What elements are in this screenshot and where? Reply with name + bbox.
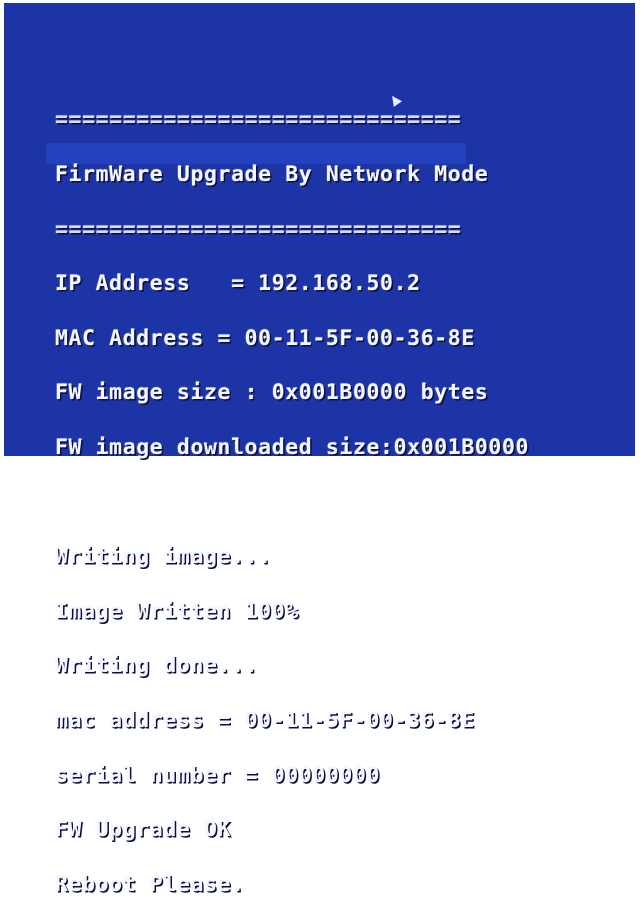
ip-address-line: IP Address = 192.168.50.2 [55,271,421,297]
console-title: FirmWare Upgrade By Network Mode [55,162,489,187]
writing-image-line: Writing image... [55,544,272,570]
fw-upgrade-ok-line: FW Upgrade OK [55,817,232,843]
mac-address-lower-line: mac address = 00-11-5F-00-36-8E [55,707,475,733]
reboot-line: Reboot Please. [55,871,245,897]
image-written-line: Image Written 100% [55,598,299,624]
separator-bottom: ============================== [55,216,462,242]
mac-address-line: MAC Address = 00-11-5F-00-36-8E [55,325,475,351]
fw-downloaded-size-line: FW image downloaded size:0x001B0000 [55,434,530,460]
writing-done-line: Writing done... [55,653,259,679]
separator-top: ============================== [55,107,462,133]
firmware-console-output: ============================== FirmWare … [55,75,529,912]
fw-image-size-line: FW image size : 0x001B0000 bytes [55,380,489,406]
serial-number-line: serial number = 00000000 [55,762,381,788]
